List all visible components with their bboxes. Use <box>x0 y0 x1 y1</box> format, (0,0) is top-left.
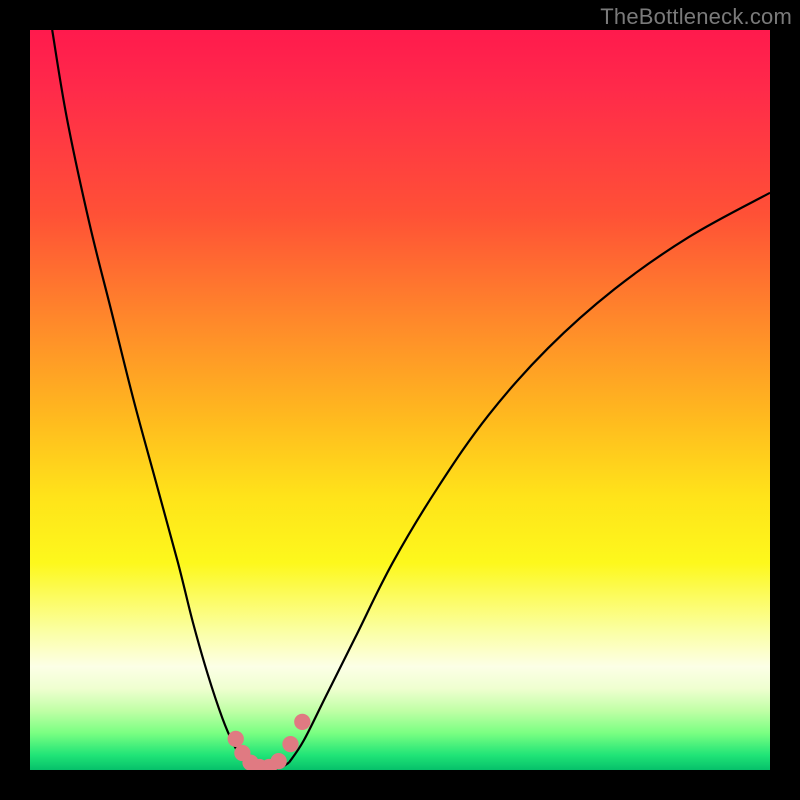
valley-marker <box>271 753 287 769</box>
valley-marker <box>294 714 310 730</box>
chart-frame: TheBottleneck.com <box>0 0 800 800</box>
curve-svg <box>30 30 770 770</box>
valley-marker <box>282 736 298 752</box>
plot-area <box>30 30 770 770</box>
curve-right-branch <box>289 193 770 763</box>
valley-marker <box>228 731 244 747</box>
watermark-text: TheBottleneck.com <box>600 4 792 30</box>
curve-left-branch <box>52 30 244 763</box>
valley-markers-group <box>228 714 311 770</box>
